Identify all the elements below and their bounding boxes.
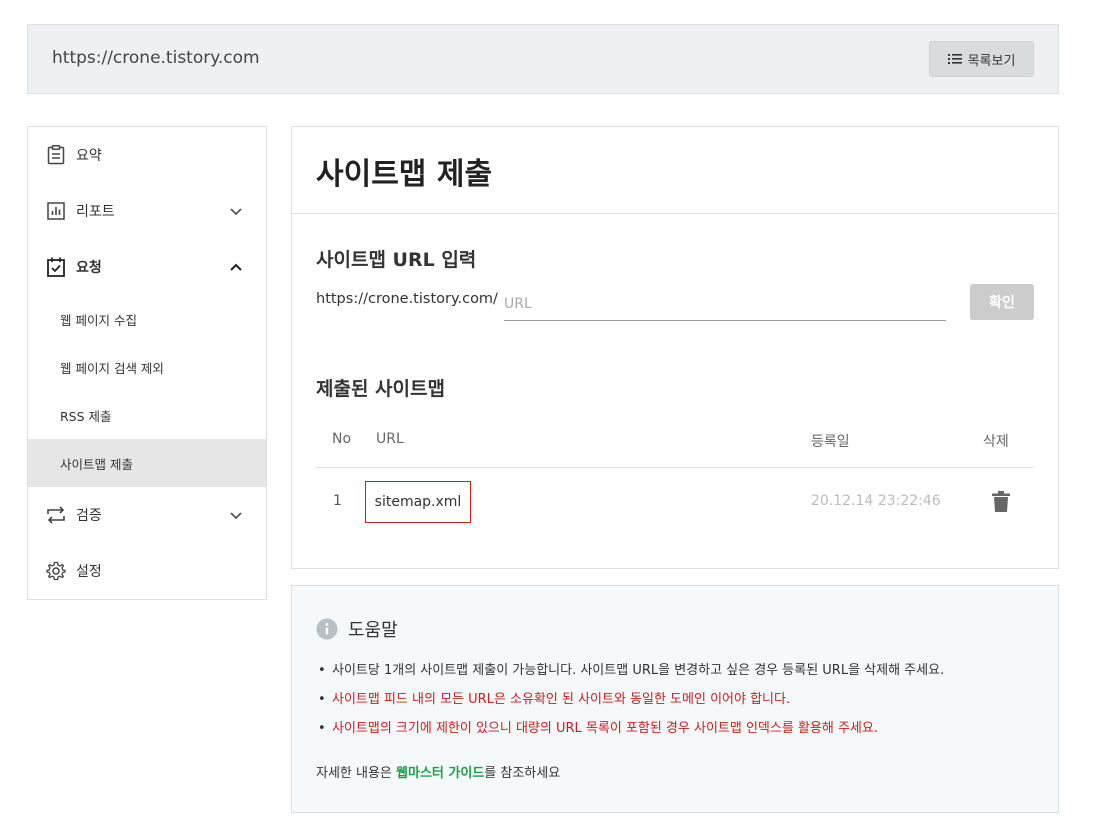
sidebar-subitem-sitemap[interactable]: 사이트맵 제출	[28, 439, 266, 487]
help-footer-prefix: 자세한 내용은	[316, 766, 397, 781]
clipboard-icon	[46, 145, 66, 165]
row-url-highlight[interactable]: sitemap.xml	[365, 481, 471, 523]
help-item-warning: 사이트맵 피드 내의 모든 URL은 소유확인 된 사이트와 동일한 도메인 이…	[316, 685, 944, 714]
row-url: sitemap.xml	[374, 494, 462, 510]
chevron-up-icon[interactable]	[226, 257, 246, 277]
chevron-down-icon[interactable]	[226, 201, 246, 221]
sidebar-item-label: 설정	[76, 564, 102, 580]
url-prefix: https://crone.tistory.com/	[316, 291, 498, 307]
url-section-title: 사이트맵 URL 입력	[316, 249, 477, 271]
sidebar-subitem-web-collect[interactable]: 웹 페이지 수집	[28, 295, 266, 343]
help-list: 사이트당 1개의 사이트맵 제출이 가능합니다. 사이트맵 URL을 변경하고 …	[316, 656, 944, 743]
help-footer: 자세한 내용은 웹마스터 가이드를 참조하세요	[316, 762, 560, 781]
site-url: https://crone.tistory.com	[52, 48, 260, 68]
help-box: 도움말 사이트당 1개의 사이트맵 제출이 가능합니다. 사이트맵 URL을 변…	[291, 585, 1059, 813]
list-view-label: 목록보기	[967, 53, 1016, 69]
sidebar-item-label: 요약	[76, 148, 102, 164]
chart-icon	[46, 201, 66, 221]
swap-icon	[46, 505, 66, 525]
info-icon	[316, 618, 338, 640]
sidebar-item-request[interactable]: 요청	[28, 239, 266, 295]
chevron-down-icon[interactable]	[226, 505, 246, 525]
list-icon	[947, 54, 962, 64]
trash-icon[interactable]	[991, 491, 1011, 513]
sidebar-item-report[interactable]: 리포트	[28, 183, 266, 239]
help-item-warning: 사이트맵의 크기에 제한이 있으니 대량의 URL 목록이 포함된 경우 사이트…	[316, 714, 944, 743]
submitted-section-title: 제출된 사이트맵	[316, 378, 445, 400]
sidebar-subitem-web-exclude[interactable]: 웹 페이지 검색 제외	[28, 343, 266, 391]
sidebar-item-label: 검증	[76, 508, 102, 524]
webmaster-guide-link[interactable]: 웹마스터 가이드	[396, 766, 484, 781]
sidebar: 요약 리포트 요청 웹 페이지 수집 웹 페이지 검색 제외 RSS 제출 사이…	[27, 126, 267, 600]
column-header-delete: 삭제	[983, 434, 1009, 450]
row-date: 20.12.14 23:22:46	[811, 493, 941, 509]
column-header-date: 등록일	[811, 434, 850, 450]
gear-icon	[46, 561, 66, 581]
confirm-button[interactable]: 확인	[970, 284, 1034, 320]
sidebar-item-label: 리포트	[76, 204, 115, 220]
sidebar-item-summary[interactable]: 요약	[28, 127, 266, 183]
table-divider	[316, 467, 1034, 468]
help-item: 사이트당 1개의 사이트맵 제출이 가능합니다. 사이트맵 URL을 변경하고 …	[316, 656, 944, 685]
list-view-button[interactable]: 목록보기	[929, 41, 1034, 77]
column-header-no: No	[332, 431, 352, 447]
page-title: 사이트맵 제출	[316, 157, 493, 192]
help-title: 도움말	[316, 616, 398, 642]
help-title-text: 도움말	[348, 620, 398, 641]
sitemap-panel: 사이트맵 제출 사이트맵 URL 입력 https://crone.tistor…	[291, 126, 1059, 569]
column-header-url: URL	[376, 431, 404, 447]
site-header: https://crone.tistory.com 목록보기	[27, 24, 1059, 94]
sidebar-item-settings[interactable]: 설정	[28, 543, 266, 599]
sidebar-subitem-rss[interactable]: RSS 제출	[28, 391, 266, 439]
calendar-check-icon	[46, 257, 66, 277]
title-divider	[292, 213, 1058, 214]
sidebar-item-verify[interactable]: 검증	[28, 487, 266, 543]
help-footer-suffix: 를 참조하세요	[484, 766, 561, 781]
row-no: 1	[333, 493, 342, 509]
sitemap-url-input[interactable]	[504, 287, 946, 321]
sidebar-item-label: 요청	[76, 260, 102, 276]
